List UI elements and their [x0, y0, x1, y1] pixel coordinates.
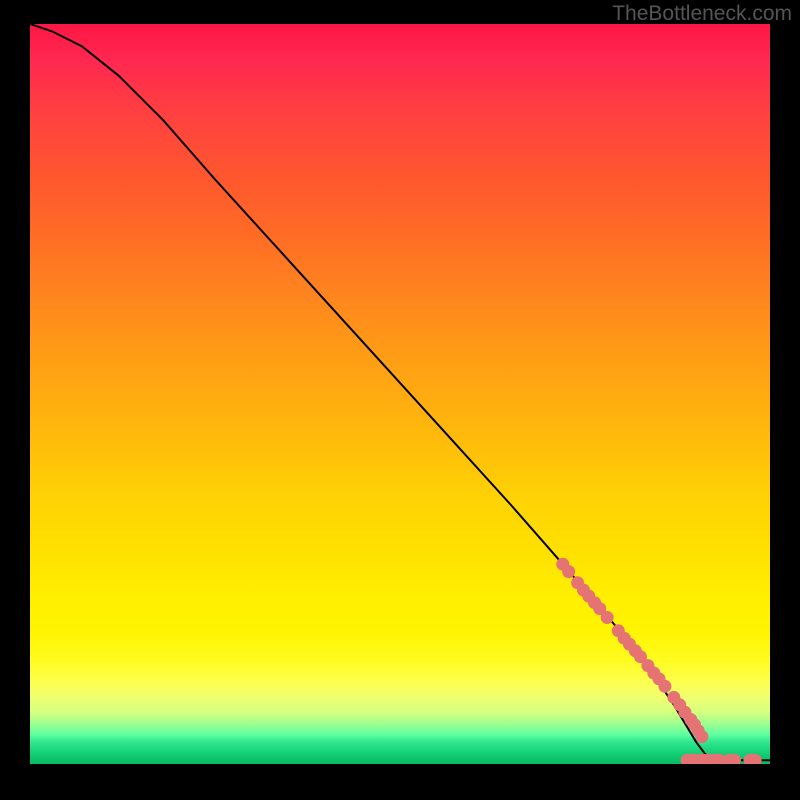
watermark-text: TheBottleneck.com — [612, 2, 792, 26]
chart-svg — [30, 24, 770, 764]
data-points-group — [556, 558, 761, 764]
data-point — [562, 565, 575, 578]
data-point — [658, 680, 671, 693]
data-point — [695, 730, 708, 743]
chart-plot-area — [30, 24, 770, 764]
curve-line — [30, 24, 770, 760]
data-point — [601, 611, 614, 624]
